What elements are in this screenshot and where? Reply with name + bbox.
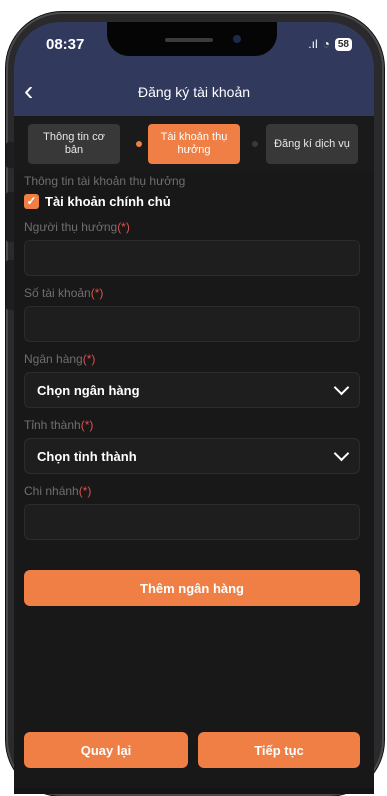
beneficiary-label: Người thụ hưởng(*) — [24, 220, 130, 234]
back-label: Quay lại — [80, 742, 132, 758]
phone-screen: 08:37 .ıl ◔ 58 ‹ Đăng ký tài khoản Thông… — [14, 22, 374, 794]
province-select-value: Chọn tỉnh thành — [37, 448, 137, 464]
step-dot — [136, 141, 142, 147]
branch-label: Chi nhánh(*) — [24, 484, 91, 498]
section-title: Thông tin tài khoản thụ hưởng — [24, 174, 186, 188]
label-text: Ngân hàng — [24, 352, 83, 366]
notch — [107, 22, 277, 56]
bank-select-value: Chọn ngân hàng — [37, 382, 140, 398]
signal-icon: .ıl — [308, 37, 318, 51]
status-icons: .ıl ◔ 58 — [308, 37, 352, 51]
chevron-down-icon — [333, 445, 350, 462]
beneficiary-input[interactable] — [24, 240, 360, 276]
bank-select[interactable]: Chọn ngân hàng — [24, 372, 360, 408]
home-bar — [14, 788, 374, 794]
owner-checkbox-label: Tài khoản chính chủ — [45, 194, 171, 209]
step-beneficiary-account[interactable]: Tài khoản thụ hưởng — [148, 124, 240, 164]
step-label: Thông tin cơ bản — [43, 131, 105, 156]
status-time: 08:37 — [46, 36, 85, 53]
step-basic-info[interactable]: Thông tin cơ bản — [28, 124, 120, 164]
required-mark: (*) — [80, 418, 94, 432]
required-mark: (*) — [78, 484, 92, 498]
label-text: Tỉnh thành — [24, 418, 81, 432]
label-text: Số tài khoản — [24, 286, 91, 300]
add-bank-label: Thêm ngân hàng — [140, 580, 244, 596]
camera — [233, 35, 241, 43]
step-service-registration[interactable]: Đăng kí dịch vụ — [266, 124, 358, 164]
checkbox-checked-icon[interactable]: ✓ — [24, 194, 39, 209]
account-number-input[interactable] — [24, 306, 360, 342]
volume-down-button — [6, 260, 14, 310]
back-icon[interactable]: ‹ — [24, 77, 52, 106]
mute-switch — [6, 142, 14, 168]
wifi-icon: ◔ — [322, 37, 330, 51]
owner-account-checkbox-row[interactable]: ✓ Tài khoản chính chủ — [24, 194, 171, 209]
add-bank-button[interactable]: Thêm ngân hàng — [24, 570, 360, 606]
page-title: Đăng ký tài khoản — [137, 84, 251, 100]
bank-label: Ngân hàng(*) — [24, 352, 95, 366]
required-mark: (*) — [90, 286, 104, 300]
continue-label: Tiếp tục — [254, 742, 304, 758]
continue-button[interactable]: Tiếp tục — [198, 732, 360, 768]
chevron-down-icon — [333, 379, 350, 396]
app-header: ‹ Đăng ký tài khoản — [14, 68, 374, 116]
account-number-label: Số tài khoản(*) — [24, 286, 103, 300]
step-dot — [252, 141, 258, 147]
speaker — [165, 38, 213, 42]
step-label: Đăng kí dịch vụ — [274, 137, 350, 150]
step-label: Tài khoản thụ hưởng — [160, 131, 228, 156]
required-mark: (*) — [82, 352, 96, 366]
required-mark: (*) — [117, 220, 130, 234]
volume-up-button — [6, 192, 14, 242]
battery-icon: 58 — [334, 37, 352, 51]
label-text: Người thụ hưởng — [24, 220, 118, 234]
label-text: Chi nhánh — [24, 484, 79, 498]
province-label: Tỉnh thành(*) — [24, 418, 93, 432]
back-button[interactable]: Quay lại — [24, 732, 188, 768]
branch-input[interactable] — [24, 504, 360, 540]
province-select[interactable]: Chọn tỉnh thành — [24, 438, 360, 474]
step-indicator: Thông tin cơ bản Tài khoản thụ hưởng Đăn… — [14, 116, 374, 172]
